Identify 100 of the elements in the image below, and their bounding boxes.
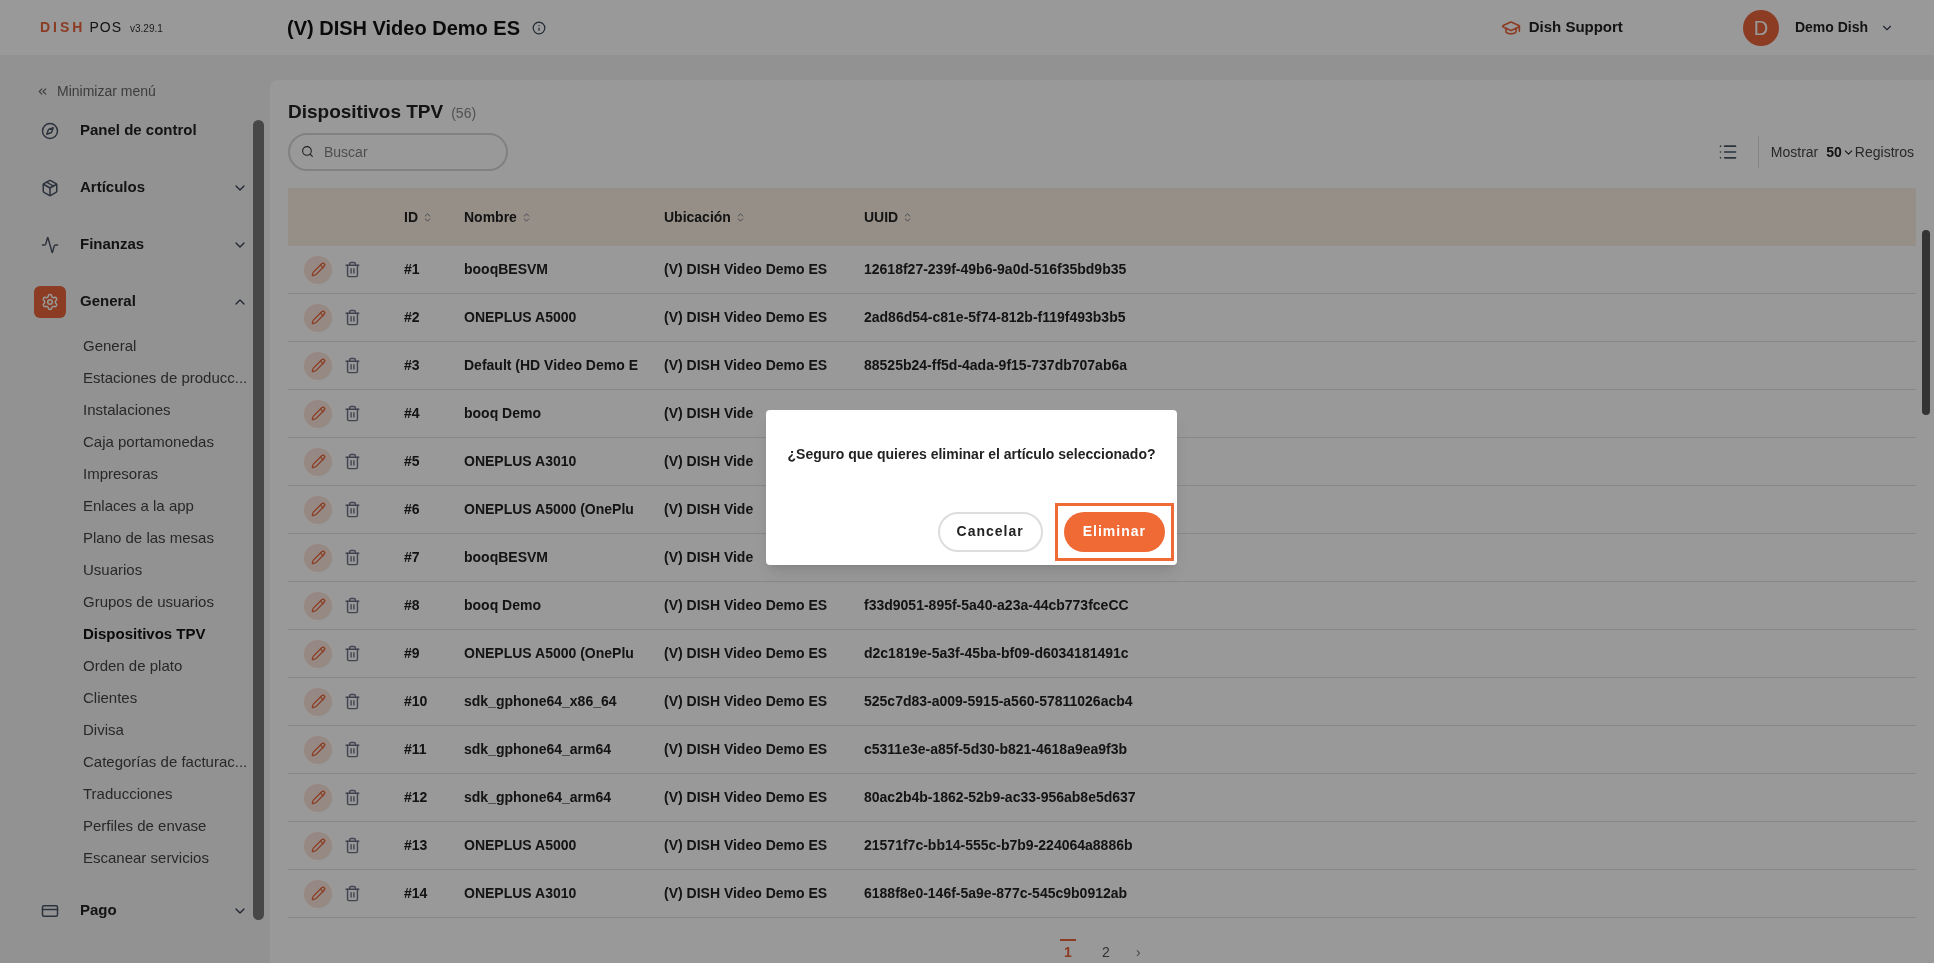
trash-icon[interactable] [344,597,361,614]
edit-button[interactable] [304,399,332,428]
table-cell: (V) DISH Video Demo ES [664,885,828,901]
table-cell: ONEPLUS A5000 (OnePlu [464,501,634,517]
table-cell: booq Demo [464,405,541,421]
support-link[interactable]: Dish Support [1528,16,1623,39]
submenu-item[interactable]: Escanear servicios [83,842,270,874]
table-cell: (V) DISH Video Demo ES [664,741,828,757]
table-cell-text: 6188f8e0-146f-5a9e-877c-545c9b0912ab [864,884,1128,903]
table-cell-text: 2ad86d54-c81e-5f74-812b-f119f493b3b5 [864,308,1126,327]
column-header[interactable]: Nombre [464,206,664,228]
next-page-link[interactable]: › [1136,939,1141,963]
sidebar-item-label: Artículos [80,177,146,198]
edit-button[interactable] [304,735,332,764]
table-cell-text: #8 [404,596,421,615]
trash-icon[interactable] [344,501,361,518]
trash-icon[interactable] [344,549,361,566]
trash-icon[interactable] [344,261,361,278]
sidebar-item-label: Panel de control [80,120,198,141]
trash-icon[interactable] [344,741,361,758]
submenu-item[interactable]: Plano de las mesas [83,522,270,554]
venue-title: (V) DISH Video Demo ES [287,15,520,41]
info-icon[interactable] [532,20,546,35]
table-cell: (V) DISH Video Demo ES [664,261,828,277]
trash-icon[interactable] [344,645,361,662]
cancel-button[interactable]: Cancelar [937,511,1043,552]
submenu-item[interactable]: Enlaces a la app [83,490,270,522]
edit-button[interactable] [304,447,332,476]
submenu-item[interactable]: Clientes [83,682,270,714]
column-header[interactable]: Ubicación [664,206,864,228]
submenu-item[interactable]: General [83,330,270,362]
scrollbar[interactable] [1922,230,1930,415]
edit-button[interactable] [304,255,332,284]
pencil-icon [310,454,326,469]
pencil-icon [310,838,326,853]
submenu-item[interactable]: Caja portamonedas [83,426,270,458]
sidebar-item-label: Finanzas [80,234,146,255]
submenu-item[interactable]: Orden de plato [83,650,270,682]
submenu-item[interactable]: Estaciones de producc... [83,362,270,394]
search-icon [301,145,314,158]
pencil-icon [310,262,326,277]
edit-button[interactable] [304,831,332,860]
submenu-item[interactable]: Impresoras [83,458,270,490]
submenu-item[interactable]: Dispositivos TPV [83,618,270,650]
trash-icon[interactable] [344,405,361,422]
table-cell: booqBESVM [464,549,548,565]
minimize-menu-link[interactable]: Minimizar menú [57,80,156,102]
submenu-item[interactable]: Traducciones [83,778,270,810]
table-cell: booq Demo [464,597,541,613]
submenu-item[interactable]: Grupos de usuarios [83,586,270,618]
pencil-icon [310,886,326,901]
table-cell-text: 12618f27-239f-49b6-9a0d-516f35bd9b35 [864,260,1127,279]
table-cell: booqBESVM [464,261,548,277]
page-link[interactable]: 1 [1060,939,1076,963]
scrollbar[interactable] [253,120,264,920]
table-cell-text: #5 [404,452,421,471]
list-view-icon[interactable] [1717,142,1738,162]
table-cell: (V) DISH Vide [664,501,754,517]
table-cell-text: #11 [404,740,428,759]
record-count: (56) [451,104,477,123]
edit-button[interactable] [304,543,332,572]
table-cell-text: d2c1819e-5a3f-45ba-bf09-d6034181491c [864,644,1129,663]
column-header[interactable]: UUID [864,206,1064,228]
table-cell-text: #3 [404,356,421,375]
trash-icon[interactable] [344,309,361,326]
edit-button[interactable] [304,687,332,716]
trash-icon[interactable] [344,789,361,806]
pencil-icon [310,358,326,373]
edit-button[interactable] [304,591,332,620]
column-header[interactable]: ID [404,206,464,228]
page-size-select[interactable]: 50 [1826,141,1855,163]
submenu-item[interactable]: Perfiles de envase [83,810,270,842]
trash-icon[interactable] [344,885,361,902]
edit-button[interactable] [304,495,332,524]
delete-button[interactable]: Eliminar [1063,511,1165,552]
trash-icon[interactable] [344,453,361,470]
submenu-item[interactable]: Usuarios [83,554,270,586]
user-avatar[interactable]: D [1742,9,1779,46]
search-field[interactable]: Buscar [288,133,508,171]
table-cell: ONEPLUS A5000 [464,837,577,853]
user-name[interactable]: Demo Dish [1794,17,1868,38]
submenu-item[interactable]: Divisa [83,714,270,746]
edit-button[interactable] [304,639,332,668]
edit-button[interactable] [304,351,332,380]
trash-icon[interactable] [344,357,361,374]
table-cell: ONEPLUS A5000 (OnePlu [464,645,634,661]
pencil-icon [310,598,326,613]
submenu-item[interactable]: Instalaciones [83,394,270,426]
edit-button[interactable] [304,303,332,332]
table-cell: Default (HD Video Demo E [464,357,638,373]
table-cell-text: f33d9051-895f-5a40-a23a-44cb773fceCC [864,596,1129,615]
edit-button[interactable] [304,783,332,812]
table-cell: sdk_gphone64_arm64 [464,741,612,757]
page-link[interactable]: 2 [1098,939,1114,963]
gear-icon [34,285,66,318]
trash-icon[interactable] [344,693,361,710]
sidebar-item-label: Pago [80,900,118,921]
submenu-item[interactable]: Categorías de facturac... [83,746,270,778]
trash-icon[interactable] [344,837,361,854]
edit-button[interactable] [304,879,332,908]
